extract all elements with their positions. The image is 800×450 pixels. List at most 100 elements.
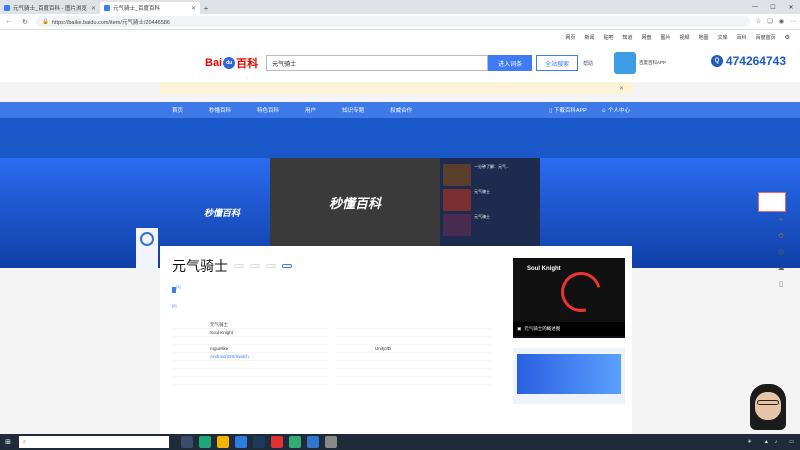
side-badge[interactable]: [136, 228, 158, 272]
close-icon[interactable]: ✕: [191, 5, 196, 12]
qzone-icon[interactable]: ✿: [778, 232, 784, 240]
game-logo: Soul Knight: [527, 266, 561, 272]
star-icon[interactable]: ☆: [756, 18, 761, 25]
ad-banner[interactable]: [517, 354, 621, 394]
gear-icon[interactable]: ⚙: [785, 34, 790, 41]
baike-logo[interactable]: Bai du 百科: [205, 55, 258, 71]
store-icon[interactable]: [235, 436, 247, 448]
maximize-icon[interactable]: ☐: [764, 0, 782, 14]
top-nav-item[interactable]: 视频: [680, 34, 690, 41]
network-icon[interactable]: ▲: [764, 439, 769, 445]
more-icon[interactable]: ⋯: [790, 18, 796, 25]
top-nav-item[interactable]: 贴吧: [603, 34, 613, 41]
minimize-icon[interactable]: —: [746, 0, 764, 14]
edit-button[interactable]: [250, 264, 260, 268]
url-text: https://baike.baidu.com/item/元气骑士/204465…: [51, 19, 170, 26]
browser-tabbar: 元气骑士_百度百科 - 图片浏览 ✕ 元气骑士_百度百科 ✕ + — ☐ ✕: [0, 0, 800, 14]
top-nav-item[interactable]: 网盘: [642, 34, 652, 41]
discuss-button[interactable]: [266, 264, 276, 268]
notice-bar: ✕: [160, 82, 632, 94]
windows-start-icon[interactable]: ⊞: [0, 434, 16, 450]
refresh-icon[interactable]: ↻: [20, 17, 30, 27]
infobox-row: Unity3D: [337, 345, 492, 354]
browser-tab-active[interactable]: 元气骑士_百度百科 ✕: [100, 2, 200, 14]
wechat-icon[interactable]: ☁: [778, 264, 785, 272]
top-nav-item[interactable]: 地图: [699, 34, 709, 41]
taskbar-search[interactable]: ⌕: [19, 436, 169, 448]
weibo-icon[interactable]: ◎: [778, 248, 784, 256]
search-icon: ⌕: [23, 439, 26, 445]
playlist-item[interactable]: 一分钟了解：元气...: [443, 164, 537, 186]
app-icon[interactable]: [289, 436, 301, 448]
close-window-icon[interactable]: ✕: [782, 0, 800, 14]
float-badge[interactable]: [758, 192, 786, 212]
collect-button[interactable]: [234, 264, 244, 268]
infobox-row: [172, 361, 327, 370]
personal-center-link[interactable]: ☺ 个人中心: [601, 106, 630, 114]
enter-entry-button[interactable]: 进入词条: [488, 55, 533, 71]
collections-icon[interactable]: ❏: [767, 18, 772, 25]
image-caption[interactable]: ▣ 元气骑士的概述图: [513, 322, 625, 336]
volume-icon[interactable]: ♪: [775, 439, 778, 445]
banner-ad-left[interactable]: [6, 148, 126, 220]
app-icon[interactable]: [325, 436, 337, 448]
nav-item[interactable]: 权威合作: [390, 106, 412, 114]
browser-tab[interactable]: 元气骑士_百度百科 - 图片浏览 ✕: [0, 2, 100, 14]
top-nav-item[interactable]: 图片: [661, 34, 671, 41]
window-controls: — ☐ ✕: [746, 0, 800, 14]
top-nav-item[interactable]: 新闻: [584, 34, 594, 41]
close-icon[interactable]: ✕: [91, 5, 96, 12]
nav-item[interactable]: 特色百科: [257, 106, 279, 114]
app-icon[interactable]: [271, 436, 283, 448]
steam-icon[interactable]: [253, 436, 265, 448]
nav-item[interactable]: 首页: [172, 106, 183, 114]
nav-item[interactable]: 秒懂百科: [209, 106, 231, 114]
citation[interactable]: [1]: [176, 284, 180, 289]
edge-icon[interactable]: [199, 436, 211, 448]
video-thumbnail: [443, 164, 471, 186]
download-app-link[interactable]: ▯ 下载百科APP: [549, 106, 587, 114]
search-input[interactable]: 元气骑士: [266, 55, 489, 71]
taskbar: ⊞ ⌕ ☀ ▲ ♪ ▭: [0, 434, 800, 450]
url-input[interactable]: 🔒 https://baike.baidu.com/item/元气骑士/2044…: [36, 16, 750, 27]
playlist-item[interactable]: 元气骑士: [443, 189, 537, 211]
playlist-item[interactable]: 元气骑士: [443, 214, 537, 236]
video-player[interactable]: 秒懂百科: [270, 158, 440, 254]
top-nav-item[interactable]: 文库: [718, 34, 728, 41]
help-link[interactable]: 帮助: [583, 60, 593, 67]
app-promo[interactable]: 百度百科APP: [614, 50, 684, 76]
back-icon[interactable]: ←: [4, 17, 14, 27]
upload-video-button[interactable]: [282, 264, 292, 268]
mobile-icon[interactable]: ▯: [779, 280, 783, 288]
infobox-row: [337, 361, 492, 370]
infobox-row: [172, 337, 327, 346]
new-tab-button[interactable]: +: [200, 2, 212, 14]
app-qr-icon: [614, 52, 636, 74]
fulltext-search-button[interactable]: 全站搜索: [536, 55, 579, 71]
notification-icon[interactable]: ▭: [789, 439, 794, 445]
top-nav-item[interactable]: 网页: [565, 34, 575, 41]
top-nav-item[interactable]: 知道: [622, 34, 632, 41]
app-icon[interactable]: [307, 436, 319, 448]
summary-line: [2]: [172, 301, 492, 314]
close-icon[interactable]: ✕: [619, 85, 624, 92]
nav-item[interactable]: 用户: [305, 106, 316, 114]
profile-icon[interactable]: ◉: [779, 18, 784, 25]
infobox-row: [337, 337, 492, 346]
file-explorer-icon[interactable]: [217, 436, 229, 448]
decorative-arc: [553, 264, 609, 320]
nav-item[interactable]: 知识专题: [342, 106, 364, 114]
share-icon[interactable]: ✦: [778, 216, 784, 224]
platform-link[interactable]: Android/iOS/Switch: [210, 354, 249, 359]
page-title: 元气骑士: [172, 258, 228, 274]
miaodong-logo: 秒懂百科: [204, 208, 241, 218]
side-ad[interactable]: [513, 348, 625, 404]
top-nav-item[interactable]: 百度首页: [756, 34, 776, 41]
lock-icon: 🔒: [42, 18, 49, 25]
weather-icon[interactable]: ☀: [747, 439, 751, 445]
top-nav-item[interactable]: 百科: [737, 34, 747, 41]
tab-title: 元气骑士_百度百科 - 图片浏览: [13, 6, 87, 12]
task-view-icon[interactable]: [181, 436, 193, 448]
infobox-row: Android/iOS/Switch: [172, 353, 327, 362]
citation[interactable]: [2]: [172, 303, 176, 308]
